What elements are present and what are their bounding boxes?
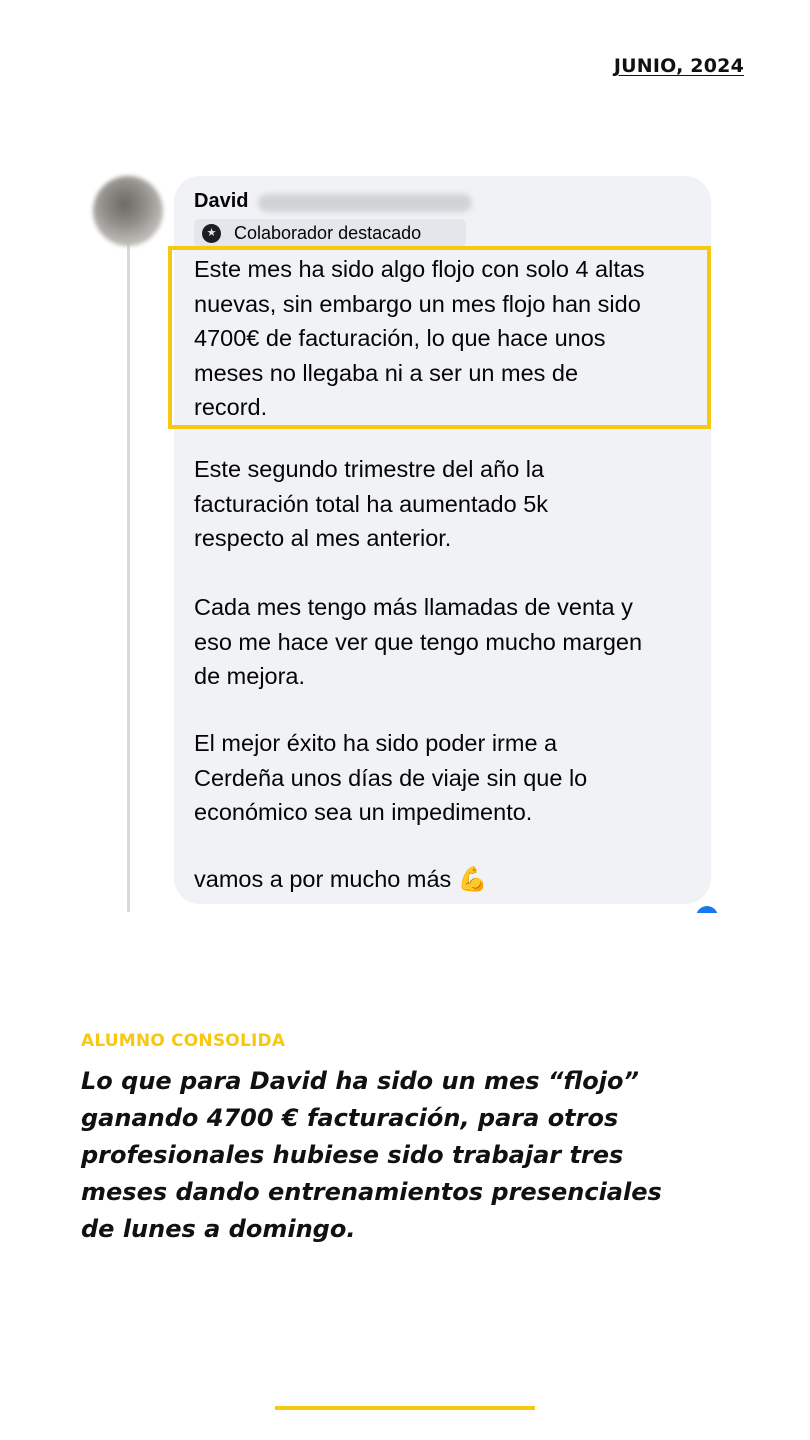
comment-paragraph-4: El mejor éxito ha sido poder irme a Cerd… bbox=[194, 730, 588, 825]
comment-paragraph-3: Cada mes tengo más llamadas de venta y e… bbox=[194, 594, 643, 689]
highlight-box bbox=[168, 246, 711, 429]
avatar[interactable] bbox=[93, 176, 163, 246]
testimonial-caption: Lo que para David ha sido un mes “flojo”… bbox=[81, 1067, 662, 1243]
date-heading: JUNIO, 2024 bbox=[613, 55, 744, 77]
top-contributor-badge: Colaborador destacado bbox=[194, 219, 466, 247]
comment-author-name[interactable]: David bbox=[194, 190, 248, 213]
comment-paragraph-5: vamos a por mucho más 💪 bbox=[194, 862, 704, 897]
comment-paragraph-2: Este segundo trimestre del año la factur… bbox=[194, 456, 549, 551]
author-surname-blurred bbox=[258, 194, 472, 212]
section-label: ALUMNO CONSOLIDA bbox=[81, 1031, 286, 1051]
badge-label: Colaborador destacado bbox=[234, 222, 422, 243]
screenshot-crop-edge bbox=[0, 913, 810, 953]
thread-line bbox=[127, 232, 130, 912]
star-badge-icon bbox=[202, 223, 221, 243]
comment-closing-text: vamos a por mucho más bbox=[194, 866, 452, 892]
footer-divider bbox=[275, 1406, 535, 1410]
flexed-biceps-icon: 💪 bbox=[457, 865, 488, 893]
